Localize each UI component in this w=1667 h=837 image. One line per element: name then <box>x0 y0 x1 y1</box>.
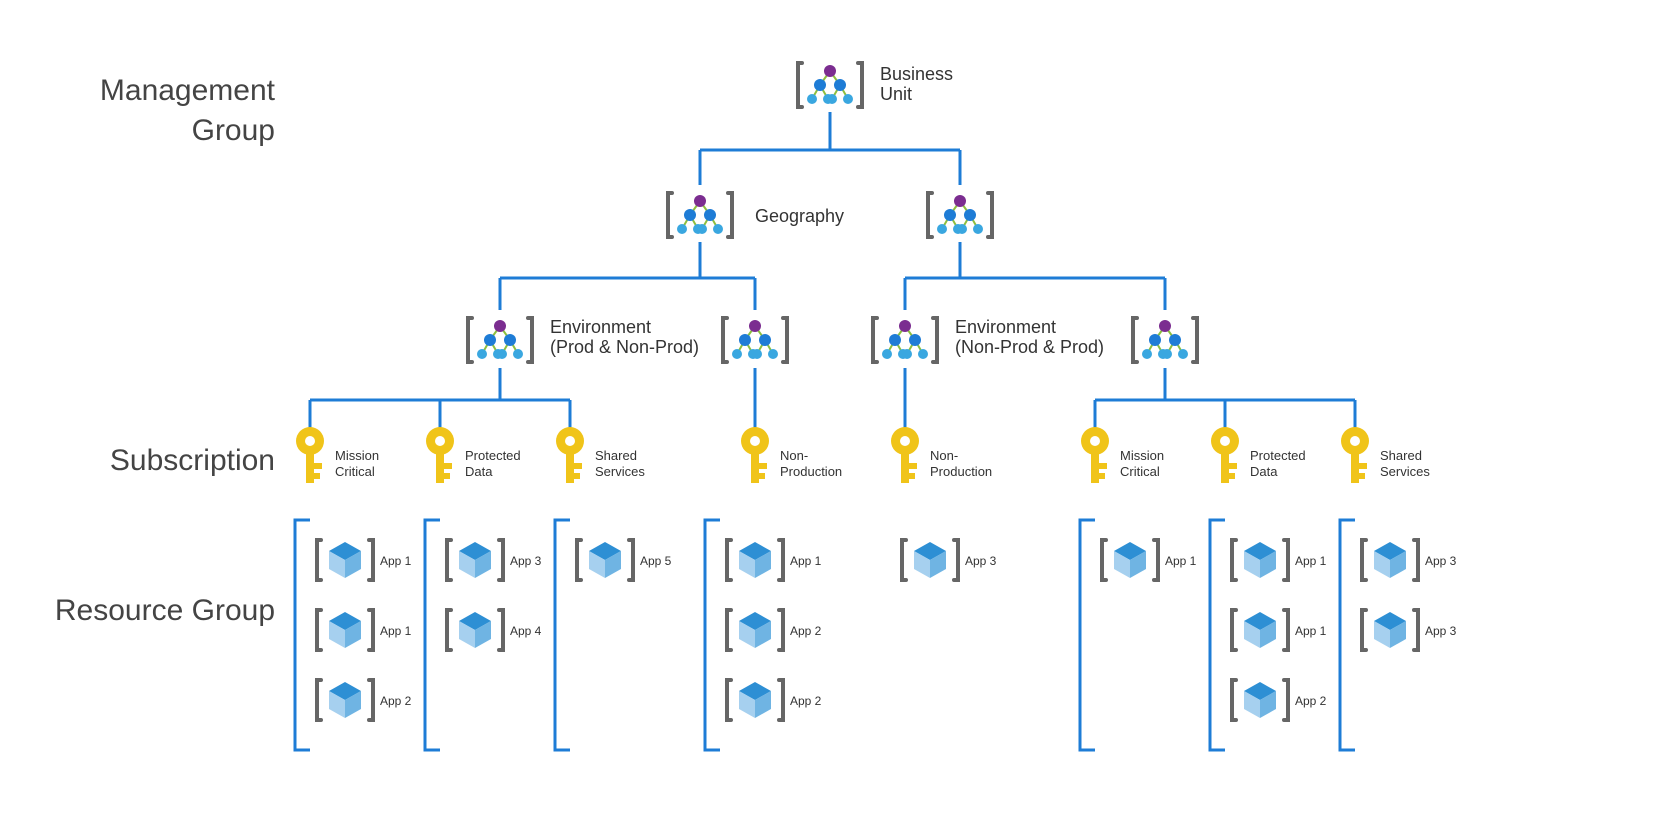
resource-group: App 1 <box>1102 540 1197 580</box>
svg-text:App 2: App 2 <box>1295 694 1327 708</box>
subscription: MissionCritical <box>1081 427 1164 483</box>
svg-text:App 1: App 1 <box>380 554 412 568</box>
svg-text:App 1: App 1 <box>1295 554 1327 568</box>
key-icon <box>1211 427 1239 483</box>
subscription: SharedServices <box>556 427 645 483</box>
svg-text:Services: Services <box>1380 464 1430 479</box>
key-icon <box>1341 427 1369 483</box>
resource-group: App 4 <box>447 610 542 650</box>
label-subscription: Subscription <box>110 444 275 477</box>
subscription: ProtectedData <box>426 427 521 483</box>
resource-group: App 1 <box>1232 610 1327 650</box>
subscription: SharedServices <box>1341 427 1430 483</box>
management-group-icon <box>468 318 532 362</box>
management-group-icon <box>873 318 937 362</box>
resource-group: App 1 <box>1232 540 1327 580</box>
node-env-left: Environment <box>550 317 651 337</box>
cube-icon <box>727 540 783 580</box>
cube-icon <box>447 610 503 650</box>
cube-icon <box>317 680 373 720</box>
resource-group: App 3 <box>902 540 997 580</box>
svg-text:Protected: Protected <box>1250 448 1306 463</box>
cube-icon <box>1362 610 1418 650</box>
svg-text:App 2: App 2 <box>790 624 822 638</box>
resource-group: App 2 <box>727 610 822 650</box>
resource-group: App 2 <box>317 680 412 720</box>
svg-text:Production: Production <box>780 464 842 479</box>
label-management-group-2: Group <box>192 114 275 147</box>
label-resource-group: Resource Group <box>55 594 275 627</box>
svg-text:App 5: App 5 <box>640 554 672 568</box>
key-icon <box>1081 427 1109 483</box>
svg-text:Shared: Shared <box>1380 448 1422 463</box>
key-icon <box>296 427 324 483</box>
cube-icon <box>1102 540 1158 580</box>
cube-icon <box>727 680 783 720</box>
node-env-right: Environment <box>955 317 1056 337</box>
key-icon <box>891 427 919 483</box>
management-group-icon <box>798 63 862 107</box>
svg-text:App 3: App 3 <box>1425 554 1457 568</box>
resource-group: App 3 <box>447 540 542 580</box>
svg-text:App 3: App 3 <box>510 554 542 568</box>
svg-text:App 1: App 1 <box>790 554 822 568</box>
node-geography: Geography <box>755 206 844 226</box>
svg-text:Critical: Critical <box>335 464 375 479</box>
resource-group: App 1 <box>727 540 822 580</box>
node-business-unit: Business <box>880 64 953 84</box>
management-group-icon <box>723 318 787 362</box>
svg-text:Services: Services <box>595 464 645 479</box>
svg-text:App 2: App 2 <box>380 694 412 708</box>
subscription: MissionCritical <box>296 427 379 483</box>
svg-text:Non-: Non- <box>780 448 808 463</box>
resource-group: App 3 <box>1362 540 1457 580</box>
svg-text:App 4: App 4 <box>510 624 542 638</box>
cube-icon <box>1362 540 1418 580</box>
cube-icon <box>1232 610 1288 650</box>
key-icon <box>741 427 769 483</box>
management-group-icon <box>1133 318 1197 362</box>
svg-text:Unit: Unit <box>880 84 912 104</box>
svg-text:(Prod & Non-Prod): (Prod & Non-Prod) <box>550 337 699 357</box>
key-icon <box>556 427 584 483</box>
svg-text:Data: Data <box>465 464 493 479</box>
cube-icon <box>902 540 958 580</box>
management-group-icon <box>668 193 732 237</box>
svg-text:Data: Data <box>1250 464 1278 479</box>
svg-text:Non-: Non- <box>930 448 958 463</box>
svg-text:App 3: App 3 <box>1425 624 1457 638</box>
svg-text:Shared: Shared <box>595 448 637 463</box>
resource-group: App 3 <box>1362 610 1457 650</box>
svg-text:Critical: Critical <box>1120 464 1160 479</box>
subscription: ProtectedData <box>1211 427 1306 483</box>
cube-icon <box>317 610 373 650</box>
svg-text:(Non-Prod & Prod): (Non-Prod & Prod) <box>955 337 1104 357</box>
cube-icon <box>447 540 503 580</box>
svg-text:Production: Production <box>930 464 992 479</box>
resource-group: App 2 <box>727 680 822 720</box>
svg-text:Mission: Mission <box>335 448 379 463</box>
management-group-icon <box>928 193 992 237</box>
resource-group: App 1 <box>317 540 412 580</box>
resource-group: App 1 <box>317 610 412 650</box>
svg-text:App 3: App 3 <box>965 554 997 568</box>
svg-text:App 1: App 1 <box>1165 554 1197 568</box>
svg-text:Protected: Protected <box>465 448 521 463</box>
subscription: Non-Production <box>891 427 992 483</box>
cube-icon <box>577 540 633 580</box>
diagram-canvas: Management Group Subscription Resource G… <box>0 0 1667 837</box>
svg-text:Mission: Mission <box>1120 448 1164 463</box>
svg-text:App 2: App 2 <box>790 694 822 708</box>
cube-icon <box>1232 680 1288 720</box>
svg-text:App 1: App 1 <box>1295 624 1327 638</box>
key-icon <box>426 427 454 483</box>
resource-group: App 2 <box>1232 680 1327 720</box>
subscription: Non-Production <box>741 427 842 483</box>
resource-group: App 5 <box>577 540 672 580</box>
cube-icon <box>727 610 783 650</box>
cube-icon <box>317 540 373 580</box>
cube-icon <box>1232 540 1288 580</box>
svg-text:App 1: App 1 <box>380 624 412 638</box>
label-management-group: Management <box>100 74 276 107</box>
